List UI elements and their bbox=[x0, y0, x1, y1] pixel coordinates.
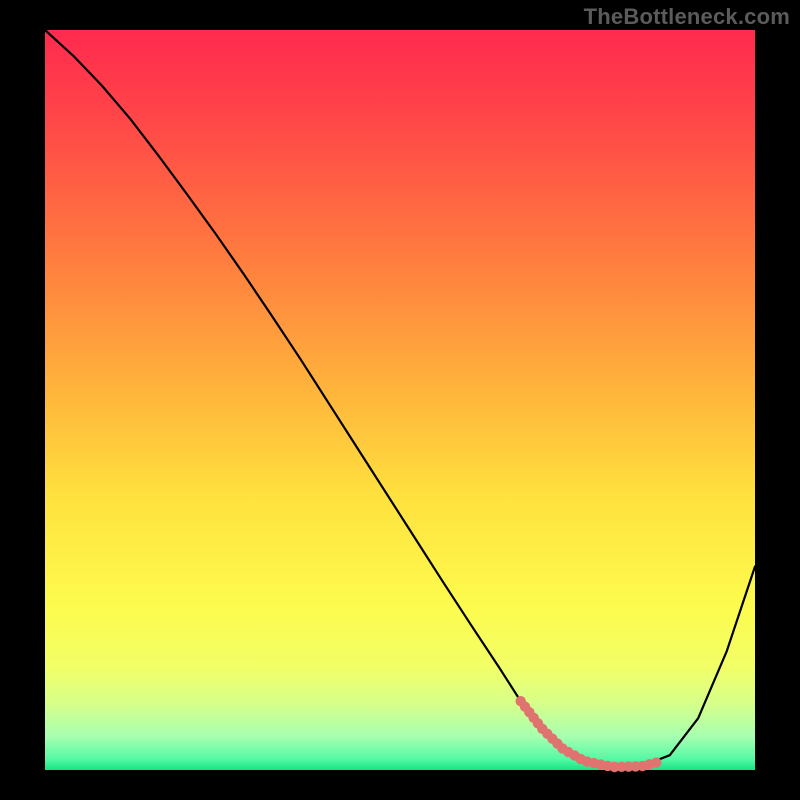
plot-background bbox=[45, 30, 755, 770]
watermark-text: TheBottleneck.com bbox=[584, 4, 790, 30]
bottleneck-chart bbox=[0, 0, 800, 800]
chart-frame: { "watermark": "TheBottleneck.com", "plo… bbox=[0, 0, 800, 800]
optimal-dot bbox=[651, 757, 661, 767]
